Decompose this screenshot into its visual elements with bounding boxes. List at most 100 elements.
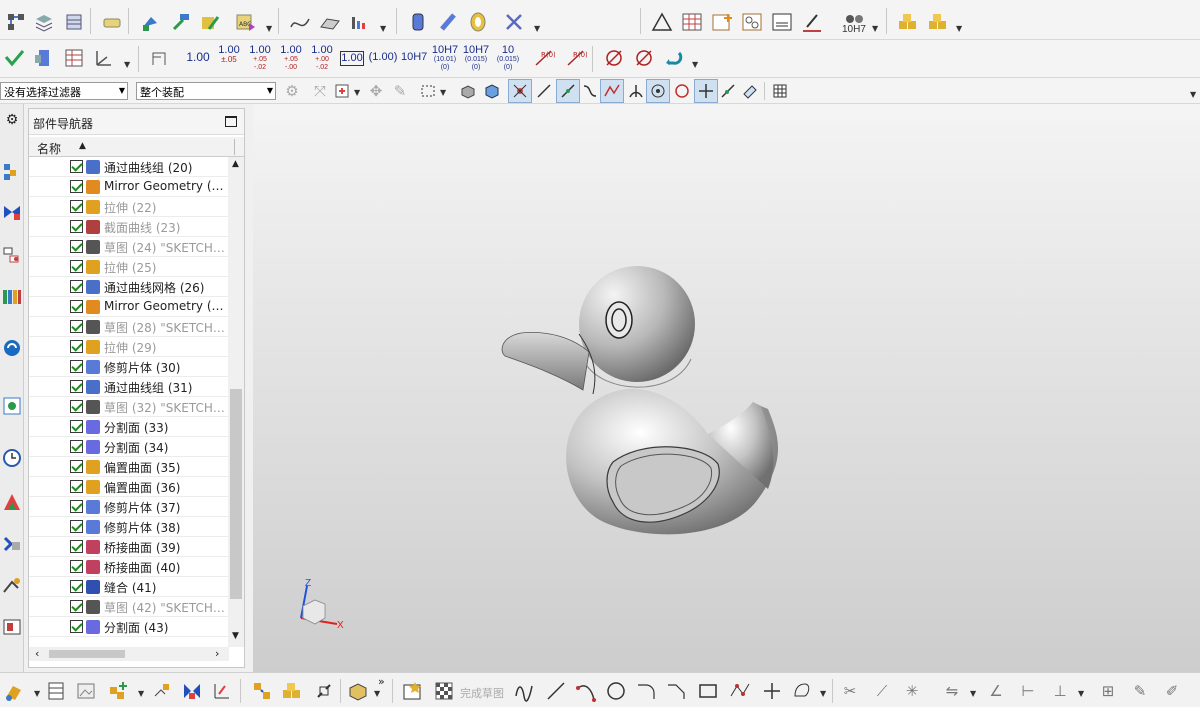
table-row[interactable]: 修剪片体 (37) <box>29 497 229 517</box>
scroll-up-icon[interactable]: ▲ <box>232 159 239 169</box>
table-row[interactable]: Mirror Geometry (2... <box>29 177 229 197</box>
fillet-icon[interactable] <box>634 679 658 703</box>
dim-bilateral-tol[interactable]: 1.00 +.05 -.02 <box>247 45 273 72</box>
dim-lower-tol[interactable]: 1.00 +.00 -.02 <box>309 45 335 72</box>
db-icon[interactable] <box>44 679 68 703</box>
sort-asc-icon[interactable]: ▲ <box>79 141 86 151</box>
profile-icon[interactable] <box>512 679 536 703</box>
table-row[interactable]: 修剪片体 (30) <box>29 357 229 377</box>
visibility-checkbox[interactable] <box>70 500 83 513</box>
radius-tol-icon[interactable]: R(0) <box>532 46 556 70</box>
snap-face-icon[interactable] <box>738 79 762 103</box>
dim-upper-tol[interactable]: 1.00 +.05 -.00 <box>278 45 304 72</box>
history-icon[interactable] <box>0 394 24 418</box>
snap-gray-2-icon[interactable]: ✎ <box>388 79 412 103</box>
table-row[interactable]: 偏置曲面 (36) <box>29 477 229 497</box>
assembly-icon[interactable] <box>138 10 162 34</box>
mirror-curve-icon[interactable]: ⇋ <box>940 679 964 703</box>
table-row[interactable]: 通过曲线组 (20) <box>29 157 229 177</box>
wrench-icon[interactable] <box>502 10 526 34</box>
edit-icon[interactable]: ✎ <box>1128 679 1152 703</box>
table-row[interactable]: 截面曲线 (23) <box>29 217 229 237</box>
snap-on-curve-icon[interactable] <box>716 79 740 103</box>
system-scene-icon[interactable] <box>0 574 24 598</box>
select-rect-icon[interactable] <box>330 79 354 103</box>
grid-icon[interactable] <box>768 79 792 103</box>
component-array-icon[interactable] <box>280 679 304 703</box>
table-row[interactable]: 草图 (32) "SKETCH_... <box>29 397 229 417</box>
palette-icon[interactable] <box>0 490 24 514</box>
table-row[interactable]: 桥接曲面 (39) <box>29 537 229 557</box>
circle-icon[interactable] <box>604 679 628 703</box>
snap-point-icon[interactable] <box>508 79 532 103</box>
rectangle-icon[interactable] <box>696 679 720 703</box>
radius-tol-2-icon[interactable]: R(0) <box>564 46 588 70</box>
box-add-icon[interactable] <box>896 10 920 34</box>
constraint-geo-icon[interactable]: ∠ <box>984 679 1008 703</box>
web-browser-icon[interactable] <box>0 336 24 360</box>
visibility-checkbox[interactable] <box>70 240 83 253</box>
visibility-checkbox[interactable] <box>70 540 83 553</box>
table-row[interactable]: 草图 (42) "SKETCH_... <box>29 597 229 617</box>
offset-curve-icon[interactable] <box>790 679 814 703</box>
table-row[interactable]: 拉伸 (22) <box>29 197 229 217</box>
dimension-icon[interactable] <box>148 46 172 70</box>
scroll-right-icon[interactable]: › <box>215 647 219 660</box>
line-icon[interactable] <box>544 679 568 703</box>
ring-icon[interactable] <box>466 10 490 34</box>
fit-tol[interactable]: 10H7 (0.015) (0) <box>462 45 490 72</box>
visibility-checkbox[interactable] <box>70 320 83 333</box>
assembly-nav-icon[interactable] <box>0 160 24 184</box>
table-row[interactable]: 分割面 (33) <box>29 417 229 437</box>
dim-basic[interactable]: 1.00 <box>340 51 364 66</box>
graphics-viewport[interactable]: Z X <box>253 104 1200 672</box>
snap-quadrant-icon[interactable] <box>670 79 694 103</box>
filter-clear-icon[interactable]: ⚙ <box>280 79 304 103</box>
chart-tool-icon[interactable] <box>348 10 372 34</box>
visibility-checkbox[interactable] <box>70 360 83 373</box>
snap-poly-icon[interactable] <box>600 79 624 103</box>
diameter-2-icon[interactable] <box>632 46 656 70</box>
sketch-icon[interactable] <box>400 679 424 703</box>
snap-midline-icon[interactable] <box>556 79 580 103</box>
auto-dim-icon[interactable]: ⊥ <box>1048 679 1072 703</box>
duck-model[interactable] <box>253 104 1200 672</box>
clock-icon[interactable] <box>0 446 24 470</box>
table-row[interactable]: 分割面 (43) <box>29 617 229 637</box>
hscroll-thumb[interactable] <box>49 650 125 658</box>
move-part-icon[interactable] <box>2 679 26 703</box>
arc-icon[interactable] <box>574 679 598 703</box>
undo-arrow-icon[interactable] <box>662 46 686 70</box>
visibility-checkbox[interactable] <box>70 460 83 473</box>
select-gray-icon[interactable]: ⤧ <box>308 79 332 103</box>
selection-filter-combo[interactable]: 没有选择过滤器 ▼ <box>0 82 128 100</box>
blue-cube-icon[interactable] <box>480 79 504 103</box>
table-row[interactable]: Mirror Geometry (2... <box>29 297 229 317</box>
maximize-icon[interactable] <box>225 116 237 127</box>
table-row[interactable]: 分割面 (34) <box>29 437 229 457</box>
note-icon[interactable] <box>770 10 794 34</box>
table-row[interactable]: 通过曲线网格 (26) <box>29 277 229 297</box>
visibility-checkbox[interactable] <box>70 580 83 593</box>
extend-icon[interactable]: ⟋ <box>870 679 894 703</box>
more-chevron-icon[interactable]: » <box>378 675 385 688</box>
scroll-left-icon[interactable]: ‹ <box>35 647 39 660</box>
spring-icon[interactable] <box>436 10 460 34</box>
pmi-icon[interactable] <box>198 10 222 34</box>
table-row[interactable]: 拉伸 (29) <box>29 337 229 357</box>
mirror-assembly-icon[interactable] <box>180 679 204 703</box>
table-row[interactable]: 通过曲线组 (31) <box>29 377 229 397</box>
snap-cross-icon[interactable] <box>694 79 718 103</box>
constraint-icon[interactable] <box>250 679 274 703</box>
settings-gear-icon[interactable]: ⚙ <box>0 108 24 132</box>
add-component-icon[interactable] <box>106 679 130 703</box>
snap-intersect-icon[interactable] <box>624 79 648 103</box>
column-header[interactable]: 名称 ▲ <box>29 137 244 157</box>
explode-icon[interactable] <box>346 679 370 703</box>
csys-axis-icon[interactable] <box>92 46 116 70</box>
checkmark-feature-icon[interactable] <box>2 46 26 70</box>
point-icon[interactable] <box>760 679 784 703</box>
table-row[interactable]: 缝合 (41) <box>29 577 229 597</box>
scroll-down-icon[interactable]: ▼ <box>232 631 239 641</box>
visibility-checkbox[interactable] <box>70 340 83 353</box>
